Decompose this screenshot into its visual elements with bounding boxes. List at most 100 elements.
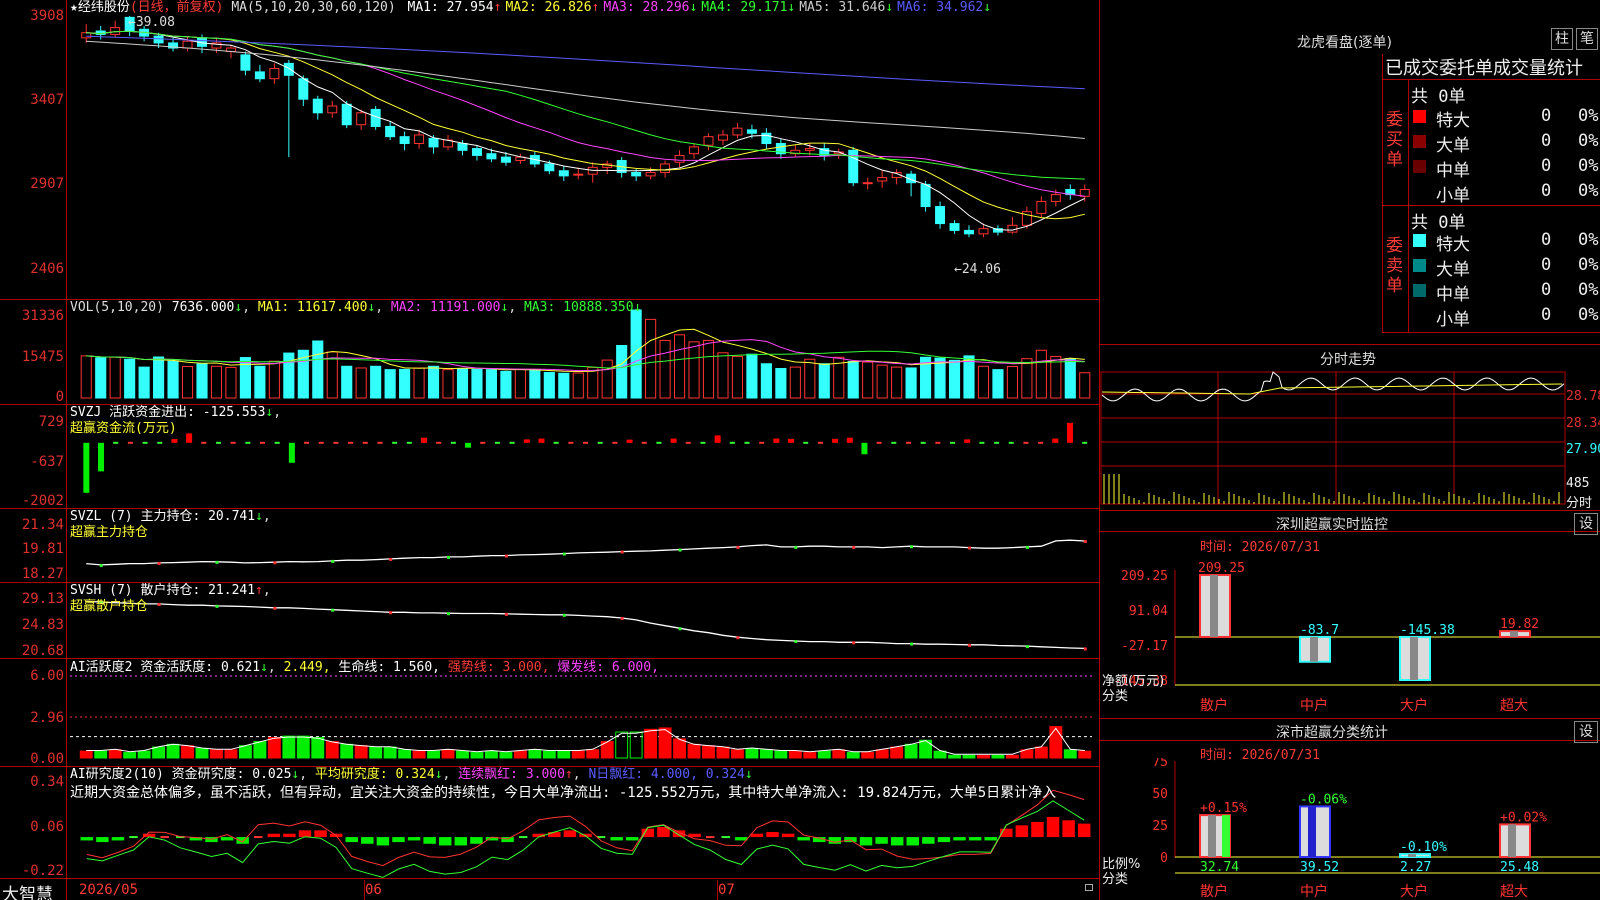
activity-bar: [904, 743, 918, 759]
volume-bar: [1021, 358, 1033, 399]
candle-body: [110, 27, 121, 35]
sz-class-tick: 25: [1152, 819, 1168, 834]
flow-bar: [288, 442, 295, 463]
volume-bar: [587, 366, 599, 399]
flow-bar: [626, 439, 633, 443]
order-name: 大单: [1436, 136, 1470, 156]
candle-body: [1079, 189, 1090, 197]
volume-bar: [167, 360, 179, 399]
tick-mode-button[interactable]: 笔: [1576, 28, 1598, 50]
candle-body: [732, 127, 743, 136]
sz-monitor-tick: -27.17: [1121, 639, 1168, 654]
activity-bar: [991, 754, 1005, 759]
order-pct: 0%: [1578, 156, 1599, 176]
intraday-frame: [1100, 371, 1566, 505]
volume-bar: [80, 355, 92, 399]
star-icon[interactable]: ★: [70, 0, 78, 15]
sz-class-category: 中户: [1300, 883, 1328, 900]
intraday-chart[interactable]: [1100, 370, 1600, 508]
order-color-swatch: [1413, 309, 1426, 322]
candle-body: [327, 105, 338, 114]
volume-bar: [254, 365, 266, 399]
ma-arrow: ↓: [689, 0, 698, 15]
candle-body: [877, 177, 888, 182]
holding-marker: [99, 563, 103, 567]
activity-bar: [644, 728, 658, 759]
candle-body: [558, 170, 569, 177]
divider: [1382, 54, 1383, 333]
volume-bar: [891, 366, 903, 399]
intraday-title: 分时走势: [1320, 352, 1376, 368]
activity-bar: [803, 752, 817, 759]
activity-bar: [166, 743, 180, 759]
sz-class-title: 深市超赢分类统计: [1276, 725, 1388, 741]
candle-body: [761, 132, 772, 144]
sz-monitor-xlabel: 分类: [1102, 689, 1128, 704]
sz-monitor-ylabel: 净额(万元): [1102, 674, 1164, 689]
stats-tabs[interactable]: 已成交委托单成交量统计: [1385, 54, 1600, 80]
volume-bar: [138, 366, 150, 399]
candle-body: [269, 67, 280, 80]
divider: [1382, 79, 1600, 80]
volume-bar: [673, 334, 686, 399]
ma-value-2: MA2: 26.826: [505, 0, 592, 15]
sz-class-xlabel: 分类: [1102, 872, 1128, 887]
holding-marker: [273, 561, 277, 565]
low-price-mark: ←24.06: [954, 262, 1001, 277]
volume-bar: [731, 355, 744, 399]
candle-body: [356, 112, 367, 126]
holding-marker: [620, 617, 624, 621]
volume-bar: [456, 368, 469, 399]
holding-marker: [447, 612, 451, 616]
research-bar: [828, 837, 842, 844]
research-bar: [1046, 816, 1060, 838]
volume-bar: [572, 372, 584, 399]
volume-bar: [109, 356, 121, 399]
volume-bar: [210, 365, 223, 399]
sz-monitor-settings-button[interactable]: 设: [1574, 513, 1598, 535]
holding-marker: [562, 552, 566, 556]
intraday-tick: 28.78: [1566, 389, 1600, 404]
intraday-price-line: [1101, 371, 1565, 402]
volume-bar: [239, 357, 251, 399]
activity-bar: [571, 750, 585, 759]
period-label[interactable]: (日线，前复权): [130, 0, 224, 15]
activity-bar: [195, 747, 209, 759]
ma-line-3: [86, 30, 1085, 197]
candle-body: [1007, 224, 1018, 233]
volume-bar: [1050, 355, 1062, 399]
sz-class-bar-shade: [1308, 806, 1316, 857]
order-count: 0: [1541, 106, 1552, 126]
activity-bar: [427, 750, 440, 759]
svsh-tick: 20.68: [21, 643, 64, 659]
sz-class-settings-button[interactable]: 设: [1574, 721, 1598, 743]
stock-name[interactable]: 经纬股份: [78, 0, 130, 15]
bar-mode-button[interactable]: 柱: [1551, 28, 1573, 50]
activity-bar: [846, 752, 860, 759]
svzj-panel-title: SVZJ 活跃资金进出: -125.553↓,: [70, 405, 282, 420]
activity-bar: [673, 738, 686, 759]
sz-monitor-bar-label: 209.25: [1198, 561, 1245, 576]
volume-bar: [804, 358, 816, 399]
lock-icon[interactable]: [1085, 884, 1093, 891]
candle-body: [935, 206, 946, 225]
holding-marker: [852, 641, 856, 645]
volume-bar: [181, 366, 194, 399]
ai-research-tick: 0.34: [30, 774, 64, 790]
main-holding-line: [86, 539, 1085, 566]
candle-body: [746, 129, 757, 134]
sz-class-chart[interactable]: 75 50 25 0 +0.15% 32.74 散户 -0.06% 39.52 中户 -0.10% 2…: [1100, 758, 1600, 900]
svsh-panel-title: SVSH (7) 散户持仓: 21.241↑,: [70, 583, 271, 598]
svzl-subtitle: 超赢主力持仓: [70, 525, 149, 540]
dragon-title: 龙虎看盘(逐单): [1297, 35, 1392, 51]
chart-canvas[interactable]: [0, 0, 1100, 900]
ma-line-5: [86, 40, 1085, 139]
research-bar: [376, 837, 390, 846]
volume-bar: [905, 367, 917, 399]
flow-bar: [964, 439, 971, 443]
intraday-vol-tick: 485: [1566, 476, 1590, 491]
ai-activity-tick: 2.96: [30, 710, 64, 726]
volume-bar: [268, 360, 280, 399]
price-tick: 2907: [30, 176, 64, 192]
sz-monitor-chart[interactable]: 209.2591.04-27.17-145.38209.25散户-83.7中户-…: [1100, 550, 1600, 715]
